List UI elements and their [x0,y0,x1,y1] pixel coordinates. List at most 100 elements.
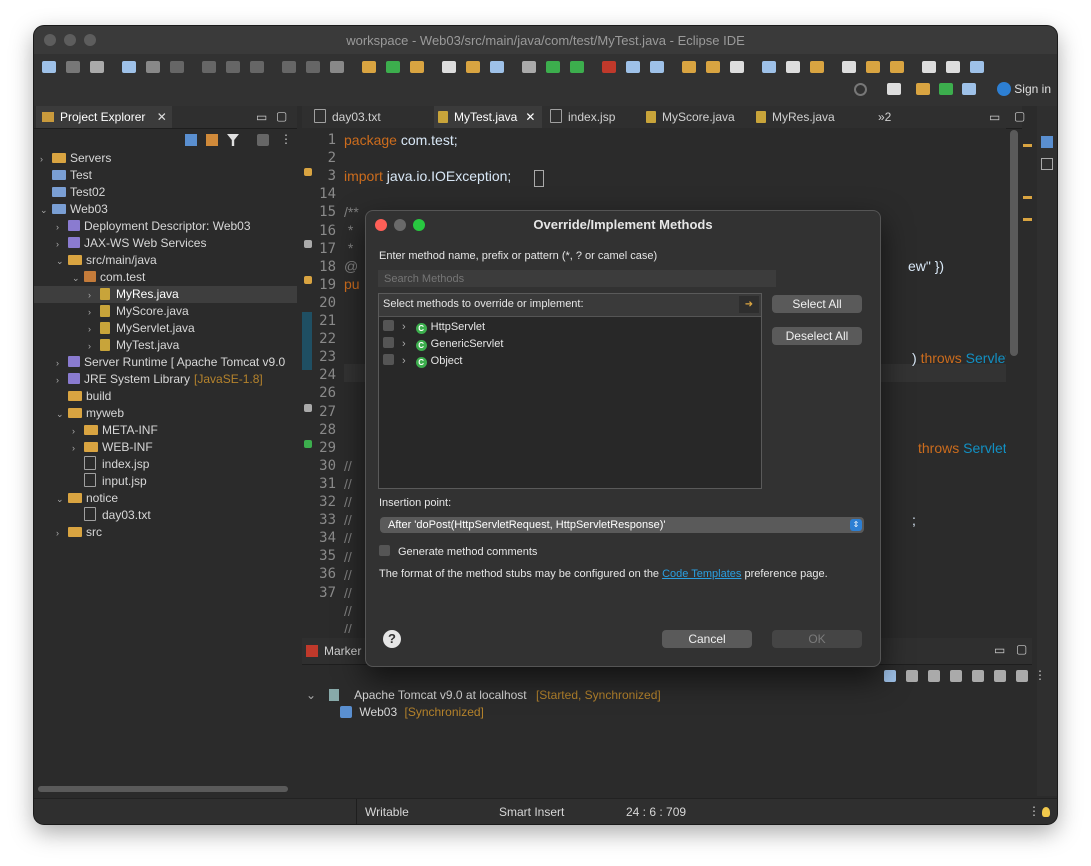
collapsed-chevron-icon[interactable]: › [88,321,100,338]
toolbar-button-icon[interactable] [146,61,160,73]
override-marker-icon[interactable] [304,440,312,448]
servers-toolbar-icon[interactable] [950,670,962,682]
warning-marker[interactable] [1023,144,1032,147]
help-icon[interactable]: ? [383,630,401,648]
insertion-point-select[interactable]: After 'doPost(HttpServletRequest, HttpSe… [380,517,864,533]
perspective-icon[interactable] [939,83,953,95]
expanded-chevron-icon[interactable]: ⌄ [56,406,68,423]
tab-project-explorer[interactable]: Project Explorer ✕ [36,106,172,128]
collapsed-chevron-icon[interactable]: › [56,355,68,372]
warning-marker[interactable] [1023,196,1032,199]
collapsed-chevron-icon[interactable]: › [56,219,68,236]
dialog-minimize-button[interactable] [394,219,406,231]
collapsed-chevron-icon[interactable]: › [40,151,52,168]
method-checkbox[interactable] [383,337,394,348]
tree-item[interactable]: › src [34,524,297,541]
toolbar-button-icon[interactable] [682,61,696,73]
expanded-chevron-icon[interactable]: ⌄ [40,202,52,219]
toolbar-button-icon[interactable] [970,61,984,73]
servers-view-menu-icon[interactable]: ⋮ [1034,668,1046,682]
editor-vertical-scrollbar[interactable] [1010,130,1018,356]
tree-item[interactable]: input.jsp [34,473,297,490]
fold-icon[interactable] [304,404,312,412]
servers-toolbar-icon[interactable] [994,670,1006,682]
collapsed-chevron-icon[interactable]: › [88,304,100,321]
collapsed-chevron-icon[interactable]: › [56,236,68,253]
toolbar-button-icon[interactable] [890,61,904,73]
generate-comments-row[interactable]: Generate method comments [379,545,537,558]
server-row[interactable]: ⌄ Apache Tomcat v9.0 at localhost [Start… [306,688,661,702]
toolbar-button-icon[interactable] [442,61,456,73]
toolbar-button-icon[interactable] [362,61,376,73]
toolbar-button-icon[interactable] [42,61,56,73]
search-icon[interactable] [854,83,867,96]
warning-marker[interactable] [1023,218,1032,221]
filter-icon[interactable] [227,134,239,146]
toolbar-button-icon[interactable] [170,61,184,73]
select-all-button[interactable]: Select All [772,295,862,313]
toolbar-button-icon[interactable] [490,61,504,73]
tree-item[interactable]: Test [34,167,297,184]
toolbar-button-icon[interactable] [570,61,584,73]
servers-toolbar-icon[interactable] [884,670,896,682]
status-menu-icon[interactable]: ⋮ [1028,804,1040,818]
ok-button[interactable]: OK [772,630,862,648]
method-checkbox[interactable] [383,354,394,365]
editor-tab[interactable]: MyScore.java [642,106,748,128]
toolbar-button-icon[interactable] [90,61,104,73]
fold-icon[interactable] [304,240,312,248]
servers-toolbar-icon[interactable] [906,670,918,682]
toolbar-button-icon[interactable] [922,61,936,73]
toolbar-button-icon[interactable] [786,61,800,73]
collapsed-chevron-icon[interactable]: › [88,287,100,304]
tree-item[interactable]: › Deployment Descriptor: Web03 [34,218,297,235]
editor-tab[interactable]: index.jsp [546,106,638,128]
code-templates-link[interactable]: Code Templates [662,568,741,580]
tree-item[interactable]: index.jsp [34,456,297,473]
tree-item[interactable]: ⌄ src/main/java [34,252,297,269]
editor-tab[interactable]: MyRes.java [752,106,852,128]
toolbar-button-icon[interactable] [946,61,960,73]
toolbar-button-icon[interactable] [202,61,216,73]
toolbar-button-icon[interactable] [410,61,424,73]
tree-item[interactable]: build [34,388,297,405]
toolbar-button-icon[interactable] [386,61,400,73]
servers-minimize-icon[interactable]: ▭ [994,643,1005,657]
expand-chevron-icon[interactable]: › [402,338,406,350]
tab-overflow-button[interactable]: »2 [878,106,891,128]
toolbar-button-icon[interactable] [650,61,664,73]
servers-maximize-icon[interactable]: ▢ [1016,642,1027,656]
link-editor-icon[interactable] [206,134,218,146]
expanded-chevron-icon[interactable]: ⌄ [72,270,84,287]
expanded-chevron-icon[interactable]: ⌄ [56,253,68,270]
tree-item[interactable]: › META-INF [34,422,297,439]
servers-toolbar-icon[interactable] [928,670,940,682]
tree-item[interactable]: › JAX-WS Web Services [34,235,297,252]
editor-tab[interactable]: MyTest.java ✕ [434,106,542,128]
servers-toolbar-icon[interactable] [1016,670,1028,682]
toolbar-button-icon[interactable] [866,61,880,73]
tree-item[interactable]: › Server Runtime [ Apache Tomcat v9.0 [34,354,297,371]
tree-item[interactable]: ⌄ Web03 [34,201,297,218]
tree-item[interactable]: Test02 [34,184,297,201]
toolbar-button-icon[interactable] [762,61,776,73]
expand-chevron-icon[interactable]: › [402,321,406,333]
outline-icon[interactable] [1041,136,1053,148]
generate-comments-checkbox[interactable] [379,545,390,556]
tree-item[interactable]: › MyTest.java [34,337,297,354]
deselect-all-button[interactable]: Deselect All [772,327,862,345]
module-row[interactable]: Web03 [Synchronized] [340,705,484,719]
toolbar-button-icon[interactable] [706,61,720,73]
toolbar-button-icon[interactable] [226,61,240,73]
close-tab-icon[interactable]: ✕ [525,110,535,124]
editor-tab[interactable]: day03.txt [310,106,420,128]
toolbar-button-icon[interactable] [282,61,296,73]
collapsed-chevron-icon[interactable]: › [56,525,68,542]
minimize-icon[interactable]: ▭ [256,110,267,124]
sync-icon[interactable] [257,134,269,146]
cancel-button[interactable]: Cancel [662,630,752,648]
expanded-chevron-icon[interactable]: ⌄ [56,491,68,508]
task-list-icon[interactable] [1041,158,1053,170]
method-class-row[interactable]: › C Object [383,354,462,368]
collapsed-chevron-icon[interactable]: › [56,372,68,389]
